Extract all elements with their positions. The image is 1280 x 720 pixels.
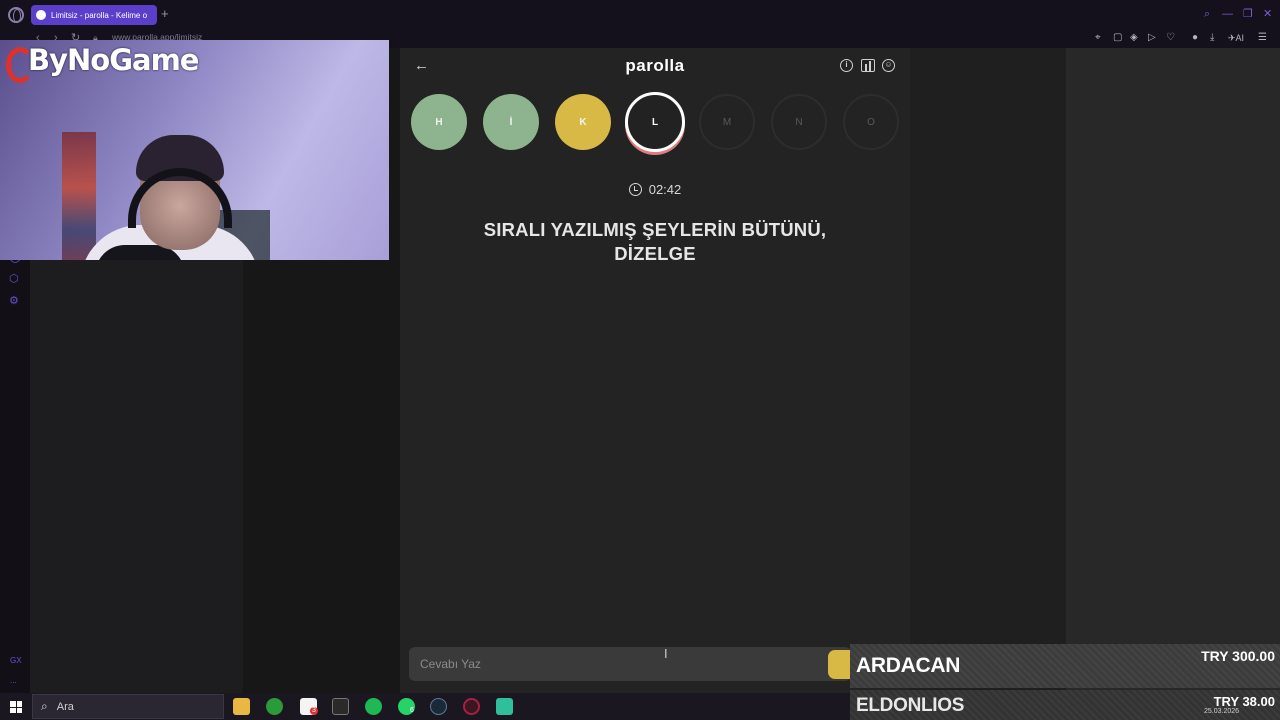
brand-logo: ByNoGame — [0, 40, 199, 83]
answer-input[interactable] — [409, 647, 851, 681]
right-gutter — [910, 48, 1066, 693]
snapshot-icon[interactable]: ▢ — [1113, 31, 1122, 45]
wall-poster — [62, 132, 96, 260]
search-tabs-icon[interactable]: ⌕ — [1204, 8, 1210, 20]
timer: 02:42 — [400, 182, 910, 197]
profile-icon[interactable]: ● — [1192, 31, 1198, 45]
sidebar-gx-label[interactable]: GX — [10, 656, 22, 665]
download-icon[interactable]: ⤓ — [1210, 31, 1214, 45]
steam-icon[interactable] — [430, 698, 447, 715]
taskbar-search-text: Ara — [56, 700, 74, 713]
account-icon[interactable]: ☺ — [882, 59, 895, 72]
notes-badge: 3 — [310, 707, 318, 715]
shield-icon[interactable]: ◈ — [1130, 31, 1138, 45]
letter-circle-k: K — [555, 94, 611, 150]
brand-mark-icon — [2, 45, 34, 83]
minimize-icon[interactable]: — — [1222, 8, 1233, 20]
new-tab-button[interactable]: + — [161, 7, 169, 21]
donation-amount: TRY 300.00 — [1201, 648, 1275, 664]
spotify-icon[interactable] — [365, 698, 382, 715]
app-green-icon[interactable] — [496, 698, 513, 715]
question-line-2: DİZELGE — [614, 243, 696, 264]
pin-icon[interactable]: ⌖ — [1095, 31, 1101, 45]
opera-logo-icon[interactable] — [8, 7, 24, 23]
taskbar-search[interactable]: ⌕ Ara — [32, 694, 224, 719]
question-text: SIRALI YAZILMIŞ ŞEYLERİN BÜTÜNÜ, DİZELGE — [450, 218, 860, 266]
donation-alert: ARDACAN TRY 300.00 — [850, 644, 1280, 688]
file-explorer-icon[interactable] — [233, 698, 250, 715]
tab-favicon-icon — [36, 10, 46, 20]
epic-games-icon[interactable] — [332, 698, 349, 715]
clock-icon — [628, 183, 642, 196]
letter-circle-m: M — [699, 94, 755, 150]
restore-icon[interactable]: ❐ — [1243, 8, 1253, 20]
letter-circle-n: N — [771, 94, 827, 150]
right-panel — [1066, 48, 1280, 693]
info-icon[interactable]: i — [840, 59, 853, 72]
close-icon[interactable]: ✕ — [1263, 8, 1272, 20]
letter-circle-l-active: L — [625, 92, 685, 152]
browser-tab-active[interactable]: Limitsiz - parolla - Kelime o — [31, 5, 157, 25]
heart-icon[interactable]: ♡ — [1166, 31, 1175, 45]
menu-icon[interactable]: ☰ — [1258, 31, 1267, 45]
timer-value: 02:42 — [648, 182, 682, 197]
letter-circle-o: O — [843, 94, 899, 150]
taskbar: ⌕ Ara 3 6 — [0, 693, 850, 720]
donation-amount: TRY 38.00 — [1213, 694, 1275, 709]
whatsapp-badge: 6 — [410, 707, 414, 714]
sidebar-extensions-icon[interactable]: ⬡ — [9, 273, 19, 285]
tab-title: Limitsiz - parolla - Kelime o — [51, 10, 148, 20]
donor-name: ELDONLIOS — [856, 695, 965, 716]
stats-icon[interactable] — [861, 59, 875, 72]
opera-gx-icon[interactable] — [463, 698, 480, 715]
answer-box — [409, 647, 851, 681]
parolla-app: ← parolla i ☺ H İ K L M N O 02:42 SIRALI… — [400, 48, 910, 693]
sidebar-more-icon[interactable]: ... — [10, 676, 17, 685]
text-cursor-icon: I — [664, 646, 668, 661]
brand-text: ByNoGame — [28, 43, 199, 77]
letter-circle-h: H — [411, 94, 467, 150]
page-title: parolla — [625, 56, 685, 75]
letter-circle-i: İ — [483, 94, 539, 150]
sidebar-settings-icon[interactable]: ⚙ — [9, 295, 19, 307]
start-button-icon[interactable] — [10, 701, 22, 713]
question-line-1: SIRALI YAZILMIŞ ŞEYLERİN BÜTÜNÜ, — [483, 219, 827, 240]
browser-tab-bar: Limitsiz - parolla - Kelime o + ⌕ — ❐ ✕ — [0, 0, 1280, 30]
ai-icon[interactable]: ✈AI — [1228, 31, 1244, 45]
donor-name: ARDACAN — [856, 654, 961, 677]
search-icon: ⌕ — [41, 699, 48, 713]
clock-date: 25.03.2026 — [1204, 708, 1240, 715]
play-icon[interactable]: ▷ — [1148, 31, 1156, 45]
donation-alert: ELDONLIOS TRY 38.00 — [850, 690, 1280, 720]
xbox-icon[interactable] — [266, 698, 283, 715]
